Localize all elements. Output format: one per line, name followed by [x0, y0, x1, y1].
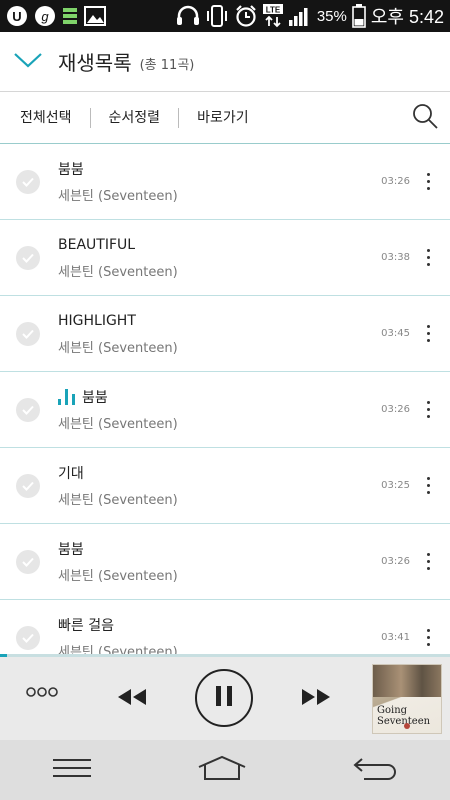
signal-icon: [288, 5, 312, 27]
back-icon: [352, 755, 398, 785]
uplus-icon: U: [6, 5, 28, 27]
playlist-header: 재생목록 (총 11곡): [0, 32, 450, 92]
pause-icon: [214, 684, 234, 712]
song-count: (총 11곡): [139, 57, 195, 73]
previous-button[interactable]: [116, 687, 148, 711]
song-list[interactable]: 붐붐 세븐틴 (Seventeen) 03:26 BEAUTIFUL 세븐틴 (…: [0, 144, 450, 654]
album-title-line1: Going: [377, 705, 408, 716]
check-icon[interactable]: [16, 169, 40, 194]
lte-icon: LTE: [262, 4, 283, 28]
rewind-icon: [116, 687, 148, 711]
list-item[interactable]: BEAUTIFUL 세븐틴 (Seventeen) 03:38: [0, 220, 450, 296]
goto-button[interactable]: 바로가기: [179, 108, 267, 128]
more-options-icon[interactable]: [416, 162, 440, 202]
search-icon: [411, 102, 439, 134]
song-duration: 03:25: [381, 480, 410, 491]
headset-icon: [176, 5, 200, 27]
chevron-down-icon: [13, 51, 43, 73]
song-artist: 세븐틴 (Seventeen): [58, 341, 178, 356]
status-bar: U g LTE 35% 오후 5:42: [0, 0, 450, 32]
list-item[interactable]: 붐붐 세븐틴 (Seventeen) 03:26: [0, 144, 450, 220]
battery-percent: 35%: [316, 7, 347, 25]
back-button[interactable]: [352, 755, 398, 785]
list-item[interactable]: 빠른 걸음 세븐틴 (Seventeen) 03:41: [0, 600, 450, 654]
song-duration: 03:26: [381, 404, 410, 415]
battery-icon: [352, 4, 366, 28]
song-artist: 세븐틴 (Seventeen): [58, 189, 178, 204]
more-options-icon[interactable]: [416, 238, 440, 278]
check-icon[interactable]: [16, 549, 40, 574]
mini-player: Going Seventeen: [0, 657, 450, 740]
home-icon: [197, 755, 247, 785]
song-title: BEAUTIFUL: [58, 237, 136, 253]
song-title: HIGHLIGHT: [58, 313, 136, 329]
vibrate-icon: [205, 4, 229, 28]
equalizer-icon: [58, 389, 75, 405]
more-options-icon[interactable]: [416, 618, 440, 655]
list-item[interactable]: 기대 세븐틴 (Seventeen) 03:25: [0, 448, 450, 524]
home-button[interactable]: [197, 755, 247, 785]
song-duration: 03:26: [381, 176, 410, 187]
song-title: 붐붐: [82, 390, 108, 406]
song-artist: 세븐틴 (Seventeen): [58, 645, 178, 654]
song-artist: 세븐틴 (Seventeen): [58, 493, 178, 508]
more-menu-button[interactable]: [26, 685, 58, 699]
song-artist: 세븐틴 (Seventeen): [58, 569, 178, 584]
image-icon: [84, 6, 106, 26]
next-button[interactable]: [300, 687, 332, 711]
more-options-icon[interactable]: [416, 390, 440, 430]
svg-text:g: g: [41, 9, 49, 24]
list-item[interactable]: 붐붐 세븐틴 (Seventeen) 03:26: [0, 524, 450, 600]
album-photo: [373, 665, 441, 697]
more-options-icon[interactable]: [416, 314, 440, 354]
song-title: 붐붐: [58, 162, 84, 178]
list-item-playing[interactable]: 붐붐 세븐틴 (Seventeen) 03:26: [0, 372, 450, 448]
g-icon: g: [34, 5, 56, 27]
check-icon[interactable]: [16, 321, 40, 346]
check-icon[interactable]: [16, 625, 40, 650]
song-duration: 03:41: [381, 632, 410, 643]
search-button[interactable]: [400, 92, 450, 144]
collapse-button[interactable]: [0, 32, 56, 92]
list-item[interactable]: HIGHLIGHT 세븐틴 (Seventeen) 03:45: [0, 296, 450, 372]
menu-button[interactable]: [52, 758, 92, 782]
svg-text:LTE: LTE: [266, 6, 281, 15]
sort-button[interactable]: 순서정렬: [91, 108, 179, 128]
song-duration: 03:26: [381, 556, 410, 567]
page-title: 재생목록: [58, 51, 132, 75]
fast-forward-icon: [300, 687, 332, 711]
more-options-icon[interactable]: [416, 466, 440, 506]
check-icon[interactable]: [16, 473, 40, 498]
song-duration: 03:45: [381, 328, 410, 339]
album-art[interactable]: Going Seventeen: [372, 664, 442, 734]
menu-icon: [52, 758, 92, 782]
album-logo-mark: [404, 723, 410, 729]
song-title: 붐붐: [58, 542, 84, 558]
svg-text:U: U: [12, 9, 21, 24]
battery-stack-icon: [62, 6, 78, 26]
system-nav-bar: [0, 740, 450, 800]
select-all-button[interactable]: 전체선택: [0, 108, 90, 128]
clock: 오후 5:42: [370, 7, 444, 27]
pause-button[interactable]: [195, 669, 253, 727]
song-title: 빠른 걸음: [58, 618, 114, 634]
alarm-icon: [234, 4, 258, 28]
more-options-icon[interactable]: [416, 542, 440, 582]
check-icon[interactable]: [16, 397, 40, 422]
song-artist: 세븐틴 (Seventeen): [58, 417, 178, 432]
check-icon[interactable]: [16, 245, 40, 270]
playlist-toolbar: 전체선택 순서정렬 바로가기: [0, 92, 450, 144]
song-title: 기대: [58, 466, 84, 482]
song-duration: 03:38: [381, 252, 410, 263]
song-artist: 세븐틴 (Seventeen): [58, 265, 178, 280]
